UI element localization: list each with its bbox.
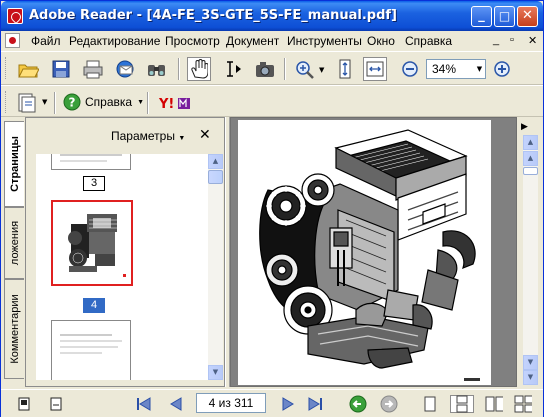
yahoo-toolbar-icon[interactable]: Y!: [157, 91, 193, 115]
help-icon: ?: [63, 93, 81, 111]
chevron-down-icon[interactable]: ▼: [42, 98, 47, 106]
scroll-up-icon[interactable]: ▲: [208, 154, 223, 169]
page-thumbnail-selected[interactable]: [51, 200, 133, 286]
window-title: Adobe Reader - [4A-FE_3S-GTE_5S-FE_manua…: [29, 8, 397, 23]
right-rail: ▶ ▲ ▲ ▼ ▼: [517, 117, 543, 387]
page-thumbnail[interactable]: [51, 320, 131, 380]
thumbnail-list[interactable]: 3 4: [36, 154, 211, 380]
select-text-icon[interactable]: [221, 57, 245, 81]
zoom-dropdown-icon[interactable]: ▼: [473, 59, 486, 79]
toolbar-separator: [54, 92, 56, 114]
save-icon[interactable]: [49, 57, 73, 81]
zoom-in-icon[interactable]: [293, 57, 317, 81]
print-icon[interactable]: [81, 57, 105, 81]
title-bar[interactable]: Adobe Reader - [4A-FE_3S-GTE_5S-FE_manua…: [1, 1, 543, 31]
go-forward-icon[interactable]: [380, 395, 398, 413]
main-toolbar: ▼ 34% ▼: [1, 51, 543, 85]
help-button[interactable]: ? Справка ▼: [63, 91, 144, 113]
maximize-button[interactable]: □: [494, 6, 515, 27]
page-number-label-selected[interactable]: 4: [83, 298, 105, 313]
adobe-reader-icon: [7, 8, 23, 24]
snapshot-icon[interactable]: [253, 57, 277, 81]
first-page-icon[interactable]: [135, 395, 153, 413]
scroll-down-icon[interactable]: ▼: [208, 365, 223, 380]
chevron-down-icon[interactable]: ▼: [319, 66, 324, 74]
tab-comments[interactable]: Комментарии: [4, 279, 24, 379]
zoom-out-icon[interactable]: [398, 57, 422, 81]
pages-panel: Параметры ▼ ✕ 3 4 ▲ ▼: [25, 117, 225, 387]
previous-page-icon[interactable]: [167, 395, 185, 413]
scroll-up-icon[interactable]: ▲: [523, 135, 538, 150]
menu-tools[interactable]: Инструменты: [287, 34, 362, 48]
svg-text:?: ?: [69, 96, 76, 110]
status-bar: 4 из 311: [1, 389, 543, 417]
go-back-icon[interactable]: [349, 395, 367, 413]
page-up-icon[interactable]: ▲: [523, 151, 538, 166]
tab-attachments[interactable]: ложения: [4, 207, 24, 279]
menu-edit[interactable]: Редактирование: [69, 34, 160, 48]
document-menu-icon[interactable]: [5, 33, 20, 48]
toolbar-grip[interactable]: [5, 91, 8, 113]
page-thumbnail[interactable]: [51, 154, 131, 170]
fit-width-icon[interactable]: [363, 57, 387, 81]
doc-minimize-button[interactable]: _: [493, 34, 499, 46]
menu-file[interactable]: Файл: [31, 34, 61, 48]
help-button-label: Справка: [85, 95, 133, 109]
continuous-facing-view-icon[interactable]: [514, 395, 532, 413]
options-menu[interactable]: Параметры ▼: [111, 129, 185, 143]
toolbar-grip[interactable]: [5, 57, 8, 79]
app-window: Adobe Reader - [4A-FE_3S-GTE_5S-FE_manua…: [0, 0, 544, 417]
toolbar-separator: [284, 58, 286, 80]
expand-panel-icon[interactable]: ▶: [521, 122, 528, 132]
navigation-tabs-rail: Страницы ложения Комментарии: [1, 117, 25, 387]
menu-bar: Файл Редактирование Просмотр Документ Ин…: [1, 31, 543, 51]
email-icon[interactable]: [113, 57, 137, 81]
fit-height-icon[interactable]: [333, 57, 357, 81]
scrollbar-thumb[interactable]: [523, 167, 538, 175]
secondary-toolbar: ▼ ? Справка ▼ Y!: [1, 85, 543, 117]
doc-restore-button[interactable]: ▫: [510, 34, 514, 46]
document-view[interactable]: [230, 117, 517, 387]
hand-icon[interactable]: [187, 57, 211, 81]
continuous-view-icon[interactable]: [450, 395, 474, 413]
open-icon[interactable]: [16, 57, 40, 81]
last-page-icon[interactable]: [306, 395, 324, 413]
page-layout-icon[interactable]: [47, 395, 65, 413]
minimize-button[interactable]: _: [471, 6, 492, 27]
thumbnail-scrollbar[interactable]: ▲ ▼: [208, 154, 223, 380]
engine-illustration: [259, 129, 480, 381]
search-icon[interactable]: [145, 57, 169, 81]
toolbar-separator: [147, 92, 149, 114]
toolbar-separator: [178, 58, 180, 80]
scrollbar-thumb[interactable]: [208, 170, 223, 184]
facing-view-icon[interactable]: [485, 395, 503, 413]
pages-icon[interactable]: [15, 91, 39, 115]
document-page: [238, 120, 491, 385]
menu-window[interactable]: Окно: [367, 34, 395, 48]
panel-header: Параметры ▼ ✕: [26, 118, 224, 148]
menu-view[interactable]: Просмотр: [165, 34, 220, 48]
page-number-label[interactable]: 3: [83, 176, 105, 191]
document-scrollbar[interactable]: ▲ ▲ ▼ ▼: [523, 135, 538, 385]
page-number-field[interactable]: 4 из 311: [196, 393, 266, 413]
chevron-down-icon: ▼: [137, 98, 145, 106]
single-page-icon[interactable]: [15, 395, 33, 413]
close-button[interactable]: ✕: [517, 6, 538, 27]
page-down-icon[interactable]: ▼: [523, 355, 538, 370]
next-page-icon[interactable]: [279, 395, 297, 413]
tab-pages[interactable]: Страницы: [4, 121, 24, 207]
scroll-down-icon[interactable]: ▼: [523, 370, 538, 385]
zoom-plus-icon[interactable]: [490, 57, 514, 81]
doc-close-button[interactable]: ✕: [528, 34, 537, 47]
single-page-view-icon[interactable]: [421, 395, 439, 413]
svg-text:Y!: Y!: [158, 97, 174, 111]
menu-document[interactable]: Документ: [226, 34, 279, 48]
menu-help[interactable]: Справка: [405, 34, 452, 48]
close-panel-button[interactable]: ✕: [199, 127, 211, 143]
